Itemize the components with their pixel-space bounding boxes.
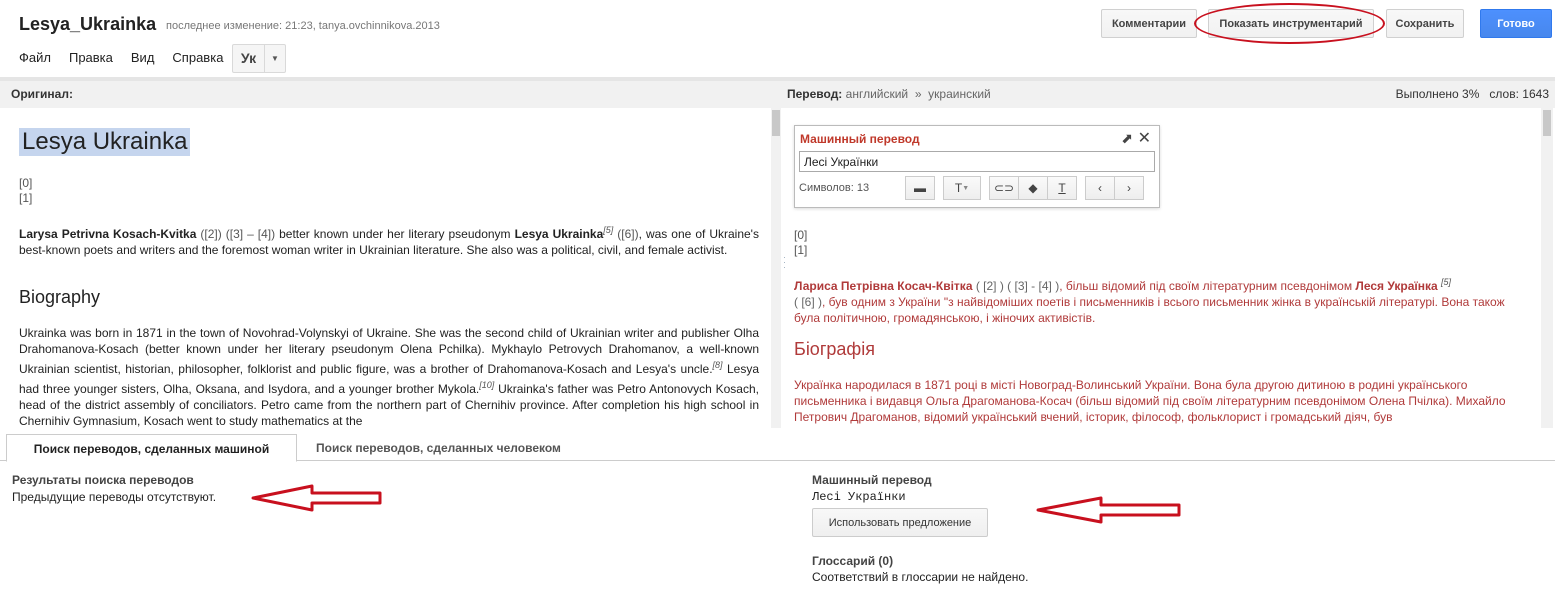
words-label: слов:: [1489, 87, 1519, 101]
results-text: Предыдущие переводы отсутствуют.: [12, 490, 217, 504]
search-tabs: Поиск переводов, сделанных машиной Поиск…: [0, 428, 1555, 462]
menu-view[interactable]: Вид: [131, 50, 155, 65]
header: Lesya_Ukrainka последнее изменение: 21:2…: [0, 0, 1555, 78]
language-value: Ук: [233, 45, 265, 72]
close-icon[interactable]: ✕: [1138, 128, 1151, 148]
refs-a: ([2]) ([3] – [4]): [200, 227, 276, 241]
tr-ref-0: [0]: [794, 228, 808, 242]
mt-box-title: Машинный перевод: [800, 132, 920, 146]
tr-refs-a: ( [2] ) ( [3] - [4] ): [975, 279, 1060, 293]
words-count: 1643: [1522, 87, 1549, 101]
glossary-title: Глоссарий (0): [812, 554, 894, 568]
bottom-panel: Результаты поиска переводов Предыдущие п…: [0, 462, 1555, 613]
mt-suggestion-title: Машинный перевод: [812, 473, 932, 487]
translation-scrollbar[interactable]: [1541, 108, 1553, 428]
menu-file[interactable]: Файл: [19, 50, 51, 65]
tr-para-rest: , був одним з України "з найвідоміших по…: [794, 295, 1505, 325]
save-button[interactable]: Сохранить: [1386, 9, 1464, 38]
done-button[interactable]: Готово: [1480, 9, 1552, 38]
resize-handle-icon[interactable]: · · ·: [783, 253, 786, 272]
tab-human-translations[interactable]: Поиск переводов, сделанных человеком: [302, 434, 575, 462]
sup-5: [5]: [603, 225, 614, 235]
original-paragraph-2[interactable]: Ukrainka was born in 1871 in the town of…: [19, 325, 759, 428]
tr-biography-heading: Біографія: [794, 339, 875, 359]
tr-pseudonym: Леся Українка: [1355, 279, 1438, 293]
mt-suggestion-text: Лесі Українки: [812, 490, 906, 504]
last-modified-info: последнее изменение: 21:23, tanya.ovchin…: [166, 20, 440, 32]
original-label: Оригинал:: [0, 81, 781, 108]
annotation-arrow-right: [1036, 496, 1181, 524]
para2-a: Ukrainka was born in 1871 in the town of…: [19, 326, 759, 376]
comment-icon[interactable]: ▬: [905, 176, 935, 200]
original-scrollbar[interactable]: [771, 108, 781, 428]
sup-10: [10]: [479, 380, 495, 390]
tr-sup-5: [5]: [1441, 277, 1452, 287]
comments-button[interactable]: Комментарии: [1101, 9, 1197, 38]
ref-1: [1]: [19, 191, 33, 205]
mt-toolbar: ▬ T ▼ ⊂⊃ ◆ T ‹ ›: [905, 176, 1144, 200]
progress-stats: Выполнено 3% слов: 1643: [1396, 81, 1549, 108]
expand-icon[interactable]: ⬈: [1121, 130, 1133, 147]
document-title: Lesya_Ukrainka: [19, 14, 157, 34]
link-icon[interactable]: ⊂⊃: [989, 176, 1019, 200]
glossary-text: Соответствий в глоссарии не найдено.: [812, 570, 1029, 584]
results-title: Результаты поиска переводов: [12, 473, 194, 487]
tr-ref-6: ( [6] ): [794, 295, 823, 309]
ref-0: [0]: [19, 176, 33, 190]
translation-paragraph-2[interactable]: Українка народилася в 1871 році в місті …: [794, 377, 1529, 425]
menu-edit[interactable]: Правка: [69, 50, 113, 65]
pseudonym: Lesya Ukrainka: [514, 227, 604, 241]
tab-machine-translations[interactable]: Поиск переводов, сделанных машиной: [6, 434, 297, 462]
menu-help[interactable]: Справка: [172, 50, 223, 65]
original-title[interactable]: Lesya Ukrainka: [19, 128, 191, 156]
subject-name: Larysa Petrivna Kosach-Kvitka: [19, 227, 197, 241]
annotation-arrow-left: [251, 484, 382, 512]
mt-input-field[interactable]: [799, 151, 1155, 172]
language-select[interactable]: Ук ▼: [232, 44, 286, 73]
translation-pane[interactable]: Машинный перевод ⬈ ✕ Символов: 13 ▬ T▼ ⊂…: [789, 108, 1541, 428]
sup-8: [8]: [712, 360, 723, 370]
tr-subject-name: Лариса Петрівна Косач-Квітка: [794, 279, 973, 293]
next-icon[interactable]: ›: [1114, 176, 1144, 200]
use-suggestion-button[interactable]: Использовать предложение: [812, 508, 988, 537]
scroll-thumb[interactable]: [772, 110, 780, 136]
original-paragraph-1[interactable]: Larysa Petrivna Kosach-Kvitka ([2]) ([3]…: [19, 222, 759, 258]
translation-header: Перевод: английский » украинский Выполне…: [781, 81, 1555, 108]
prev-icon[interactable]: ‹: [1085, 176, 1115, 200]
progress-text: Выполнено 3%: [1395, 87, 1480, 101]
char-count: Символов: 13: [799, 182, 870, 194]
target-language: украинский: [928, 87, 991, 101]
scroll-thumb[interactable]: [1543, 110, 1551, 136]
tr-ref-1: [1]: [794, 243, 808, 257]
biography-heading: Biography: [19, 287, 101, 307]
lang-arrow: »: [914, 87, 922, 101]
tr-para-mid: , більш відомий під своїм літературним п…: [1059, 279, 1353, 293]
translation-paragraph-1[interactable]: Лариса Петрівна Косач-Квітка ( [2] ) ( […: [794, 274, 1529, 326]
ref-6: ([6]): [617, 227, 639, 241]
text-format-icon[interactable]: T ▼: [943, 176, 981, 200]
source-language: английский: [845, 87, 909, 101]
menu-bar: Файл Правка Вид Справка: [19, 50, 241, 65]
clear-format-icon[interactable]: T: [1047, 176, 1077, 200]
chevron-down-icon: ▼: [271, 54, 279, 63]
eraser-icon[interactable]: ◆: [1018, 176, 1048, 200]
para-mid: better known under her literary pseudony…: [279, 227, 511, 241]
machine-translation-box: Машинный перевод ⬈ ✕ Символов: 13 ▬ T▼ ⊂…: [794, 125, 1160, 208]
translation-label: Перевод:: [787, 87, 843, 101]
original-pane[interactable]: Lesya Ukrainka [0] [1] Larysa Petrivna K…: [11, 108, 771, 428]
show-tools-button[interactable]: Показать инструментарий: [1208, 9, 1374, 38]
